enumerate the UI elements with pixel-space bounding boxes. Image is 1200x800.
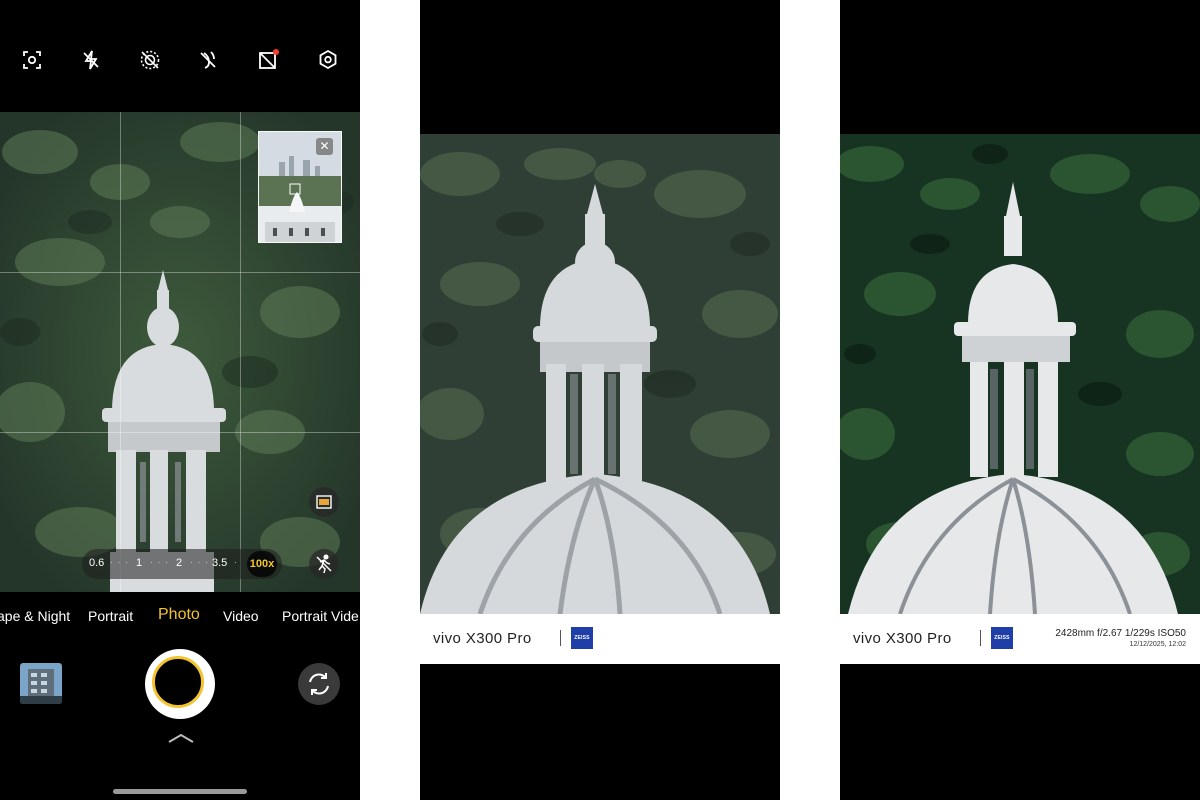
filter-button[interactable] [309,487,339,517]
grid-line [0,432,360,433]
zoom-stop-1[interactable]: 1 [136,557,142,569]
live-photo-off-icon[interactable] [138,48,162,72]
motion-off-icon[interactable] [196,48,220,72]
aspect-ratio-icon[interactable] [256,48,280,72]
cupola-photo [420,134,780,614]
cupola-photo [840,134,1200,614]
camera-top-bar [0,0,360,112]
grid-line [0,272,360,273]
running-person-off-icon [316,554,332,574]
zoom-dots: · · · [150,557,169,567]
mode-landscape-night[interactable]: ape & Night [0,608,70,624]
zoom-dots: · · · [110,557,129,567]
grid-line [240,112,241,592]
flash-off-icon[interactable] [79,48,103,72]
divider [560,630,561,646]
brand-label: vivo X300 Pro [433,630,532,647]
mode-portrait[interactable]: Portrait [88,608,133,624]
zoom-stop-0.6[interactable]: 0.6 [89,557,104,569]
camera-screen: ✕ 0.6 · · · 1 · · · 2 · · · 3.5 · 100x a… [0,0,360,800]
mode-video[interactable]: Video [223,608,259,624]
mode-portrait-video[interactable]: Portrait Vide [282,608,359,624]
flip-camera-icon [309,673,329,695]
zoom-stop-2[interactable]: 2 [176,557,182,569]
settings-icon[interactable] [316,48,340,72]
shutter-ring[interactable] [152,656,204,708]
zoom-stop-3.5[interactable]: 3.5 [212,557,227,569]
minimap-close-button[interactable]: ✕ [316,138,333,155]
photo-preview-soft: vivo X300 Pro ZEISS [420,0,780,800]
photo-preview-sharp: vivo X300 Pro ZEISS 2428mm f/2.67 1/229s… [840,0,1200,800]
mode-photo[interactable]: Photo [158,606,200,624]
capture-datetime: 12/12/2025, 12:02 [1129,641,1186,648]
zeiss-logo: ZEISS [571,627,593,649]
film-icon [316,495,332,509]
switch-camera-button[interactable] [298,663,340,705]
zoom-dots: · [234,557,238,567]
focus-icon[interactable] [20,48,44,72]
exif-info: 2428mm f/2.67 1/229s ISO50 [1055,628,1186,639]
grid-line [120,112,121,592]
zoom-dots: · · · [190,557,209,567]
gallery-thumbnail[interactable] [20,663,62,704]
zeiss-logo: ZEISS [991,627,1013,649]
chevron-up-icon[interactable] [166,730,196,746]
motion-button[interactable] [309,549,339,579]
home-indicator[interactable] [113,789,247,794]
brand-label: vivo X300 Pro [853,630,952,647]
zoom-active-level[interactable]: 100x [247,551,277,577]
divider [980,630,981,646]
